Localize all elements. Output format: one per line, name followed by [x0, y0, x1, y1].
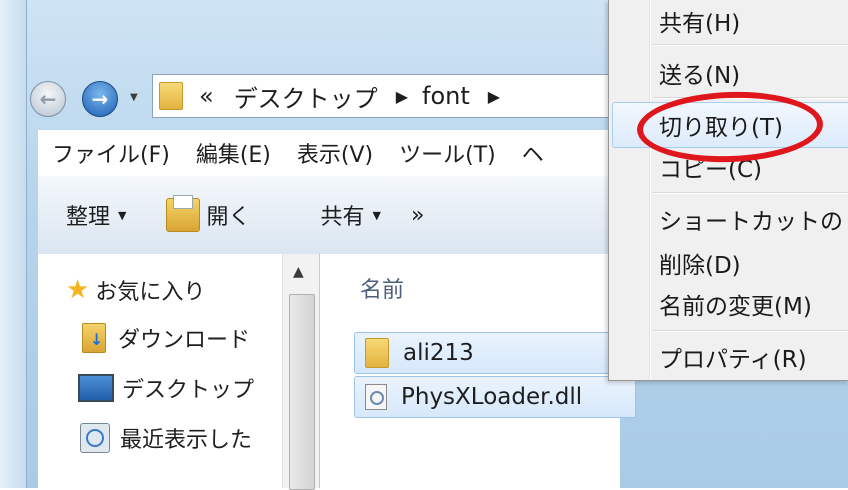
open-button[interactable]: 開く — [166, 195, 251, 232]
breadcrumb-separator-icon[interactable]: ▶ — [396, 87, 408, 106]
menu-divider — [653, 44, 848, 46]
window-left-border — [0, 0, 27, 488]
context-menu-delete[interactable]: 削除(D) — [659, 246, 741, 280]
menu-divider — [653, 330, 848, 332]
nav-item-recent[interactable]: 最近表示した — [68, 422, 252, 454]
context-menu-share[interactable]: 共有(H) — [659, 4, 740, 38]
breadcrumb-separator-icon[interactable]: ▶ — [488, 87, 500, 106]
menu-edit[interactable]: 編集(E) — [182, 137, 283, 169]
star-icon: ★ — [66, 275, 90, 305]
nav-item-label: ダウンロード — [118, 328, 251, 353]
open-icon — [166, 195, 201, 232]
scroll-up-icon[interactable]: ▲ — [293, 264, 304, 280]
menu-tools[interactable]: ツール(T) — [385, 137, 508, 169]
back-button[interactable]: ← — [30, 81, 66, 117]
file-name: PhysXLoader.dll — [401, 384, 583, 410]
folder-icon — [159, 82, 183, 110]
organize-label: 整理 — [66, 205, 111, 230]
menu-help[interactable]: ヘ — [508, 137, 556, 169]
breadcrumb-desktop[interactable]: デスクトップ — [234, 79, 378, 114]
nav-item-label: お気に入り — [95, 280, 206, 305]
nav-item-desktop[interactable]: デスクトップ — [68, 372, 254, 404]
menu-file[interactable]: ファイル(F) — [38, 137, 182, 169]
share-label: 共有 — [320, 205, 365, 230]
menu-divider — [653, 192, 848, 194]
recent-pages-dropdown-icon[interactable]: ▼ — [130, 92, 138, 103]
downloads-folder-icon — [82, 323, 106, 353]
column-header-name[interactable]: 名前 — [360, 272, 404, 304]
menu-bar: ファイル(F) 編集(E) 表示(V) ツール(T) ヘ — [38, 130, 618, 177]
address-bar[interactable]: « デスクトップ ▶ font ▶ — [152, 74, 613, 118]
nav-item-favorites[interactable]: ★ お気に入り — [66, 274, 205, 306]
context-menu: 共有(H) 送る(N) 切り取り(T) コピー(C) ショートカットの 削除(D… — [608, 0, 848, 381]
context-menu-create-shortcut[interactable]: ショートカットの — [659, 202, 843, 236]
forward-button[interactable]: → — [82, 81, 118, 117]
menu-gutter — [649, 0, 651, 380]
more-commands-label: » — [410, 202, 425, 228]
dropdown-arrow-icon: ▼ — [118, 208, 127, 222]
recent-places-icon — [80, 423, 110, 453]
breadcrumb-font[interactable]: font — [422, 82, 470, 110]
nav-item-downloads[interactable]: ダウンロード — [68, 322, 250, 354]
folder-icon — [365, 338, 389, 368]
nav-pane-scrollbar[interactable]: ▲ — [282, 254, 319, 490]
context-menu-rename[interactable]: 名前の変更(M) — [659, 287, 812, 321]
context-menu-send-to[interactable]: 送る(N) — [659, 56, 740, 90]
context-menu-properties[interactable]: プロパティ(R) — [659, 340, 807, 374]
dropdown-arrow-icon: ▼ — [372, 208, 381, 222]
list-item[interactable]: ali213 — [354, 332, 636, 374]
file-list: 名前 ali213 PhysXLoader.dll — [320, 254, 636, 488]
command-bar: 整理 ▼ 開く 共有 ▼ » — [38, 176, 648, 255]
more-commands-button[interactable]: » — [411, 203, 424, 228]
list-item[interactable]: PhysXLoader.dll — [354, 376, 636, 418]
open-label: 開く — [206, 205, 251, 230]
organize-button[interactable]: 整理 ▼ — [66, 199, 126, 231]
forward-arrow-icon: → — [91, 87, 109, 111]
share-button[interactable]: 共有 ▼ — [321, 199, 381, 231]
address-overflow[interactable]: « — [199, 82, 214, 110]
back-arrow-icon: ← — [39, 87, 57, 111]
nav-item-label: デスクトップ — [122, 378, 255, 403]
scroll-thumb[interactable] — [289, 294, 315, 490]
dll-file-icon — [365, 384, 387, 410]
menu-view[interactable]: 表示(V) — [283, 137, 385, 169]
nav-item-label: 最近表示した — [120, 428, 253, 453]
navigation-pane: ★ お気に入り ダウンロード デスクトップ 最近表示した — [38, 254, 319, 488]
desktop-icon — [78, 374, 114, 402]
file-name: ali213 — [403, 340, 474, 366]
